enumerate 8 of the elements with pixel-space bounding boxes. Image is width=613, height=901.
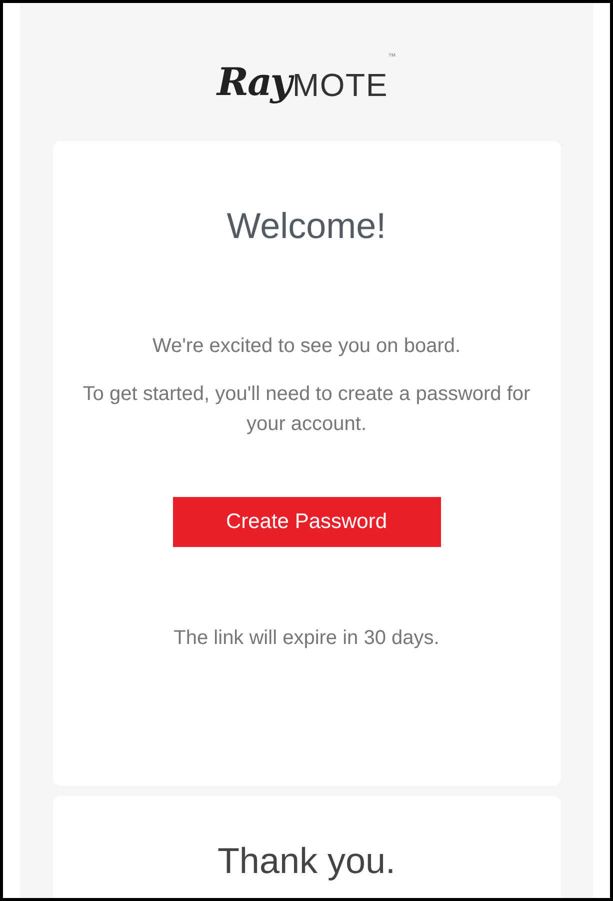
create-password-button[interactable]: Create Password bbox=[172, 497, 440, 547]
logo-text: MOTE bbox=[292, 69, 388, 101]
expiry-note: The link will expire in 30 days. bbox=[174, 626, 440, 651]
welcome-heading: Welcome! bbox=[226, 204, 386, 248]
body-text: To get started, you'll need to create a password for your account. bbox=[82, 382, 532, 437]
trademark-symbol: ™ bbox=[388, 51, 396, 63]
body-text: We're excited to see you on board. bbox=[152, 334, 461, 359]
thank-you-heading: Thank you. bbox=[217, 839, 396, 883]
